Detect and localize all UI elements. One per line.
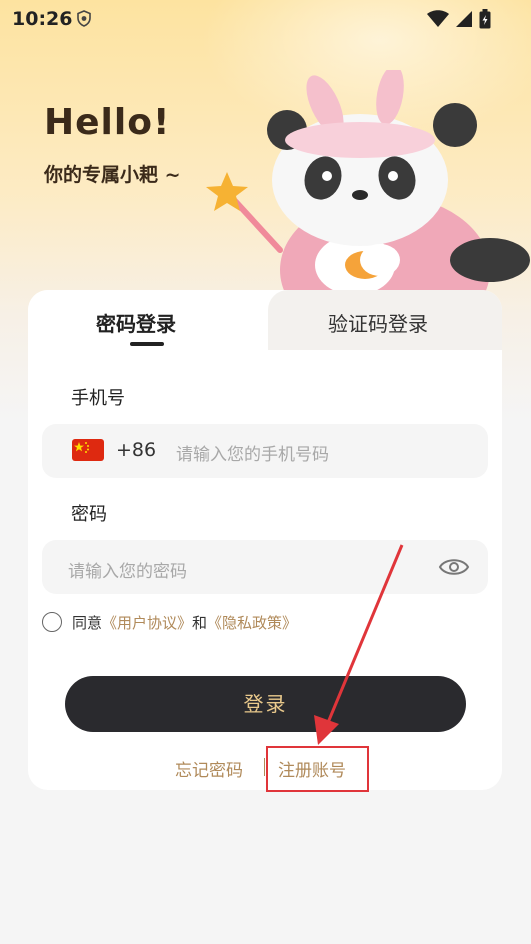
- tab-password-login[interactable]: 密码登录: [96, 308, 176, 337]
- agreement-checkbox[interactable]: [42, 612, 62, 632]
- link-divider: [264, 758, 265, 776]
- wifi-icon: [427, 10, 449, 27]
- phone-placeholder: 请输入您的手机号码: [176, 445, 329, 465]
- active-tab-indicator: [130, 342, 164, 346]
- shield-icon: [77, 10, 91, 27]
- password-placeholder: 请输入您的密码: [68, 562, 187, 582]
- eye-icon[interactable]: [438, 555, 470, 579]
- forgot-password-link[interactable]: 忘记密码: [175, 756, 243, 781]
- greeting-title: Hello!: [44, 102, 171, 143]
- china-flag-icon: [72, 439, 104, 461]
- privacy-policy-link[interactable]: 《隐私政策》: [207, 614, 297, 632]
- agreement-prefix: 同意: [72, 614, 103, 632]
- battery-icon: [479, 9, 491, 29]
- status-bar: 10:26: [0, 0, 531, 36]
- password-input[interactable]: 请输入您的密码: [42, 540, 488, 594]
- register-link[interactable]: 注册账号: [278, 756, 346, 781]
- login-button[interactable]: 登录: [65, 676, 466, 732]
- signal-icon: [456, 11, 472, 27]
- login-card: 密码登录 验证码登录 手机号 +86 请输入您的手机号码 密码 请输入您的密码 …: [28, 290, 502, 792]
- phone-label: 手机号: [71, 388, 125, 409]
- country-code[interactable]: +86: [116, 439, 156, 461]
- password-label: 密码: [71, 504, 107, 525]
- phone-input[interactable]: +86 请输入您的手机号码: [42, 424, 488, 478]
- user-agreement-link[interactable]: 《用户协议》: [102, 614, 192, 632]
- agreement-text: 同意《用户协议》和《隐私政策》: [72, 612, 297, 633]
- greeting-subtitle: 你的专属小耙 ~: [44, 164, 181, 186]
- status-time: 10:26: [12, 8, 73, 30]
- status-icons: [427, 9, 491, 29]
- agreement-and: 和: [192, 614, 208, 632]
- tab-code-login[interactable]: 验证码登录: [328, 308, 428, 337]
